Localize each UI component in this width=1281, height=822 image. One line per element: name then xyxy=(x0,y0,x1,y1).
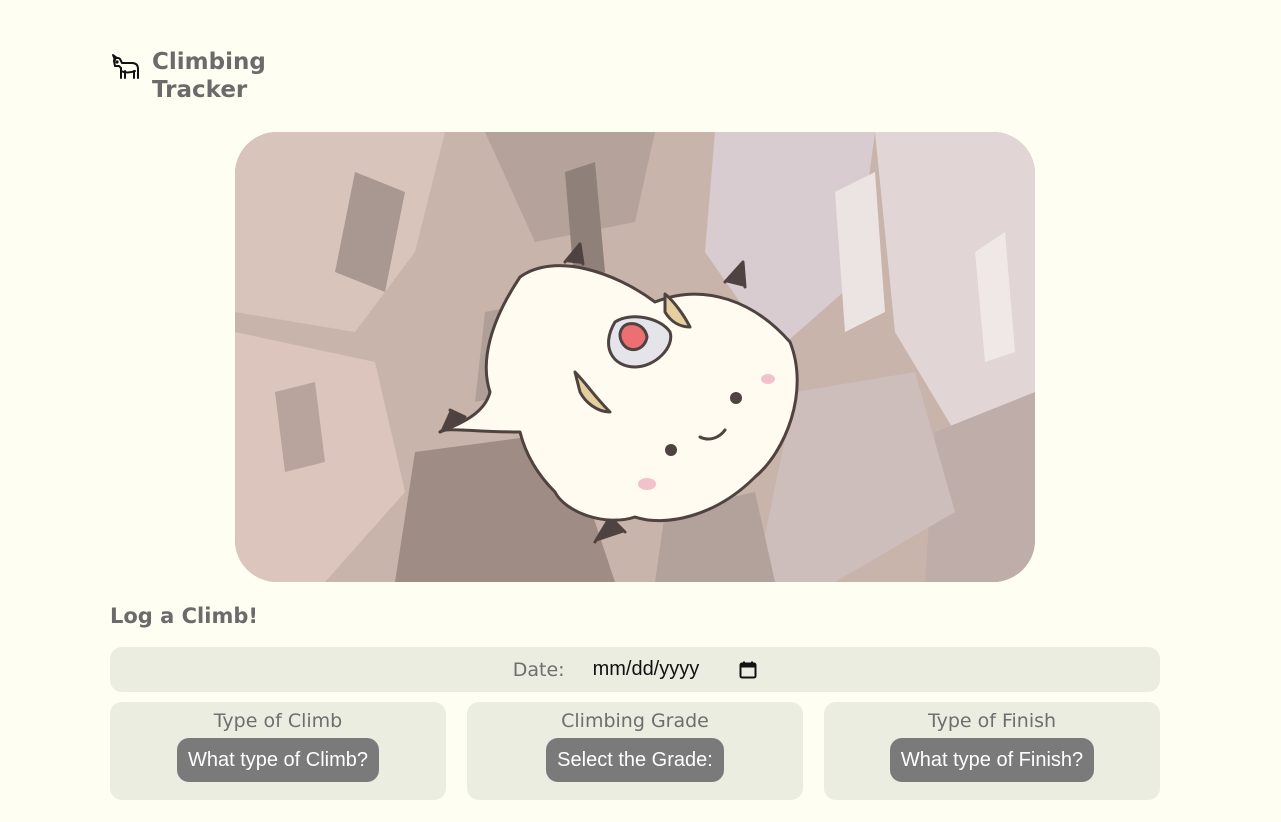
date-label: Date: xyxy=(512,658,565,681)
brand[interactable]: Climbing Tracker xyxy=(110,48,272,104)
climbing-grade-card: Climbing Grade Select the Grade: xyxy=(467,702,803,800)
type-of-climb-label: Type of Climb xyxy=(213,710,343,732)
type-of-finish-card: Type of Finish What type of Finish? xyxy=(824,702,1160,800)
date-row: Date: mm/dd/yyyy xyxy=(110,647,1160,692)
log-climb-heading: Log a Climb! xyxy=(110,604,258,628)
type-of-finish-label: Type of Finish xyxy=(927,710,1057,732)
date-input[interactable]: mm/dd/yyyy xyxy=(593,658,758,681)
app-title: Climbing Tracker xyxy=(152,49,266,103)
page: Climbing Tracker Log a Climb! Date: mm/d… xyxy=(0,0,1281,822)
hero-image xyxy=(235,132,1035,582)
date-placeholder: mm/dd/yyyy xyxy=(592,658,700,680)
calendar-icon[interactable] xyxy=(739,661,757,679)
climbing-grade-label: Climbing Grade xyxy=(561,710,709,732)
type-of-climb-button[interactable]: What type of Climb? xyxy=(176,738,380,782)
goat-icon xyxy=(112,54,139,79)
type-of-climb-card: Type of Climb What type of Climb? xyxy=(110,702,446,800)
climbing-grade-button[interactable]: Select the Grade: xyxy=(546,738,724,782)
type-of-finish-button[interactable]: What type of Finish? xyxy=(889,738,1095,782)
